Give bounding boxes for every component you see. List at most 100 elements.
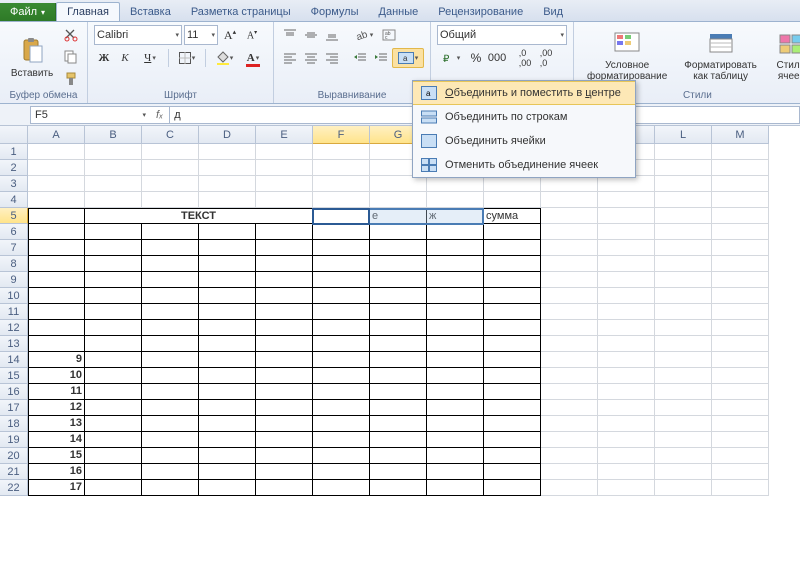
row-header-1[interactable]: 1	[0, 144, 28, 160]
cell-E4[interactable]	[256, 192, 313, 208]
cell-J15[interactable]	[541, 368, 598, 384]
cell-M21[interactable]	[712, 464, 769, 480]
cell-E21[interactable]	[256, 464, 313, 480]
decrease-indent-button[interactable]	[350, 48, 370, 68]
row-header-2[interactable]: 2	[0, 160, 28, 176]
tab-pagelayout[interactable]: Разметка страницы	[181, 3, 301, 21]
cell-B11[interactable]	[85, 304, 142, 320]
cell-F8[interactable]	[313, 256, 370, 272]
cell-D7[interactable]	[199, 240, 256, 256]
format-as-table-button[interactable]: Форматировать как таблицу	[677, 25, 764, 85]
cell-L1[interactable]	[655, 144, 712, 160]
cell-I4[interactable]	[484, 192, 541, 208]
align-right-button[interactable]	[322, 48, 342, 68]
row-header-7[interactable]: 7	[0, 240, 28, 256]
cell-G18[interactable]	[370, 416, 427, 432]
row-header-22[interactable]: 22	[0, 480, 28, 496]
cell-D10[interactable]	[199, 288, 256, 304]
cell-J5[interactable]	[541, 208, 598, 224]
cell-C16[interactable]	[142, 384, 199, 400]
cell-A13[interactable]	[28, 336, 85, 352]
cell-L15[interactable]	[655, 368, 712, 384]
cell-E16[interactable]	[256, 384, 313, 400]
cell-H14[interactable]	[427, 352, 484, 368]
cell-E9[interactable]	[256, 272, 313, 288]
cell-K6[interactable]	[598, 224, 655, 240]
cell-H11[interactable]	[427, 304, 484, 320]
cell-I14[interactable]	[484, 352, 541, 368]
col-header-F[interactable]: F	[313, 126, 370, 144]
cell-B5[interactable]: ТЕКСТ	[85, 208, 313, 224]
cell-J22[interactable]	[541, 480, 598, 496]
cell-H10[interactable]	[427, 288, 484, 304]
cell-D15[interactable]	[199, 368, 256, 384]
cell-D19[interactable]	[199, 432, 256, 448]
cell-G7[interactable]	[370, 240, 427, 256]
cell-M15[interactable]	[712, 368, 769, 384]
align-left-button[interactable]	[280, 48, 300, 68]
cell-F17[interactable]	[313, 400, 370, 416]
col-header-D[interactable]: D	[199, 126, 256, 144]
cell-B18[interactable]	[85, 416, 142, 432]
row-header-11[interactable]: 11	[0, 304, 28, 320]
font-name-combo[interactable]: Calibri▾	[94, 25, 182, 45]
cell-G13[interactable]	[370, 336, 427, 352]
cell-E2[interactable]	[256, 160, 313, 176]
cell-B22[interactable]	[85, 480, 142, 496]
cell-F5[interactable]: д	[313, 208, 370, 224]
cell-A16[interactable]: 11	[28, 384, 85, 400]
col-header-L[interactable]: L	[655, 126, 712, 144]
cell-G21[interactable]	[370, 464, 427, 480]
cell-C1[interactable]	[142, 144, 199, 160]
cell-H16[interactable]	[427, 384, 484, 400]
cell-F12[interactable]	[313, 320, 370, 336]
row-header-8[interactable]: 8	[0, 256, 28, 272]
cell-D4[interactable]	[199, 192, 256, 208]
cell-J11[interactable]	[541, 304, 598, 320]
cell-A17[interactable]: 12	[28, 400, 85, 416]
cell-H4[interactable]	[427, 192, 484, 208]
cell-F18[interactable]	[313, 416, 370, 432]
cell-K16[interactable]	[598, 384, 655, 400]
row-header-12[interactable]: 12	[0, 320, 28, 336]
cell-A12[interactable]	[28, 320, 85, 336]
cell-G9[interactable]	[370, 272, 427, 288]
cell-K11[interactable]	[598, 304, 655, 320]
cell-K9[interactable]	[598, 272, 655, 288]
cell-H18[interactable]	[427, 416, 484, 432]
cell-J14[interactable]	[541, 352, 598, 368]
row-header-15[interactable]: 15	[0, 368, 28, 384]
cell-L21[interactable]	[655, 464, 712, 480]
cell-F16[interactable]	[313, 384, 370, 400]
merge-cells-button[interactable]: a▾	[392, 48, 424, 68]
cell-I10[interactable]	[484, 288, 541, 304]
cell-F2[interactable]	[313, 160, 370, 176]
cell-J7[interactable]	[541, 240, 598, 256]
cell-C6[interactable]	[142, 224, 199, 240]
row-header-19[interactable]: 19	[0, 432, 28, 448]
decrease-decimal-button[interactable]: ,00,0	[536, 48, 556, 68]
wrap-text-button[interactable]: abc	[379, 25, 399, 45]
cell-F7[interactable]	[313, 240, 370, 256]
cell-C11[interactable]	[142, 304, 199, 320]
cell-M8[interactable]	[712, 256, 769, 272]
cell-D21[interactable]	[199, 464, 256, 480]
cell-D17[interactable]	[199, 400, 256, 416]
align-middle-button[interactable]	[301, 25, 321, 45]
cell-K3[interactable]	[598, 176, 655, 192]
cell-H5[interactable]: ж	[427, 208, 484, 224]
cell-J4[interactable]	[541, 192, 598, 208]
worksheet-grid[interactable]: 12345678910111213141516171819202122 ABCD…	[0, 126, 800, 496]
cell-I6[interactable]	[484, 224, 541, 240]
cell-K14[interactable]	[598, 352, 655, 368]
cell-D11[interactable]	[199, 304, 256, 320]
cell-M1[interactable]	[712, 144, 769, 160]
cell-B16[interactable]	[85, 384, 142, 400]
row-header-18[interactable]: 18	[0, 416, 28, 432]
cell-L13[interactable]	[655, 336, 712, 352]
cell-H17[interactable]	[427, 400, 484, 416]
cell-C3[interactable]	[142, 176, 199, 192]
cell-H20[interactable]	[427, 448, 484, 464]
cell-K15[interactable]	[598, 368, 655, 384]
bold-button[interactable]: Ж	[94, 48, 114, 68]
